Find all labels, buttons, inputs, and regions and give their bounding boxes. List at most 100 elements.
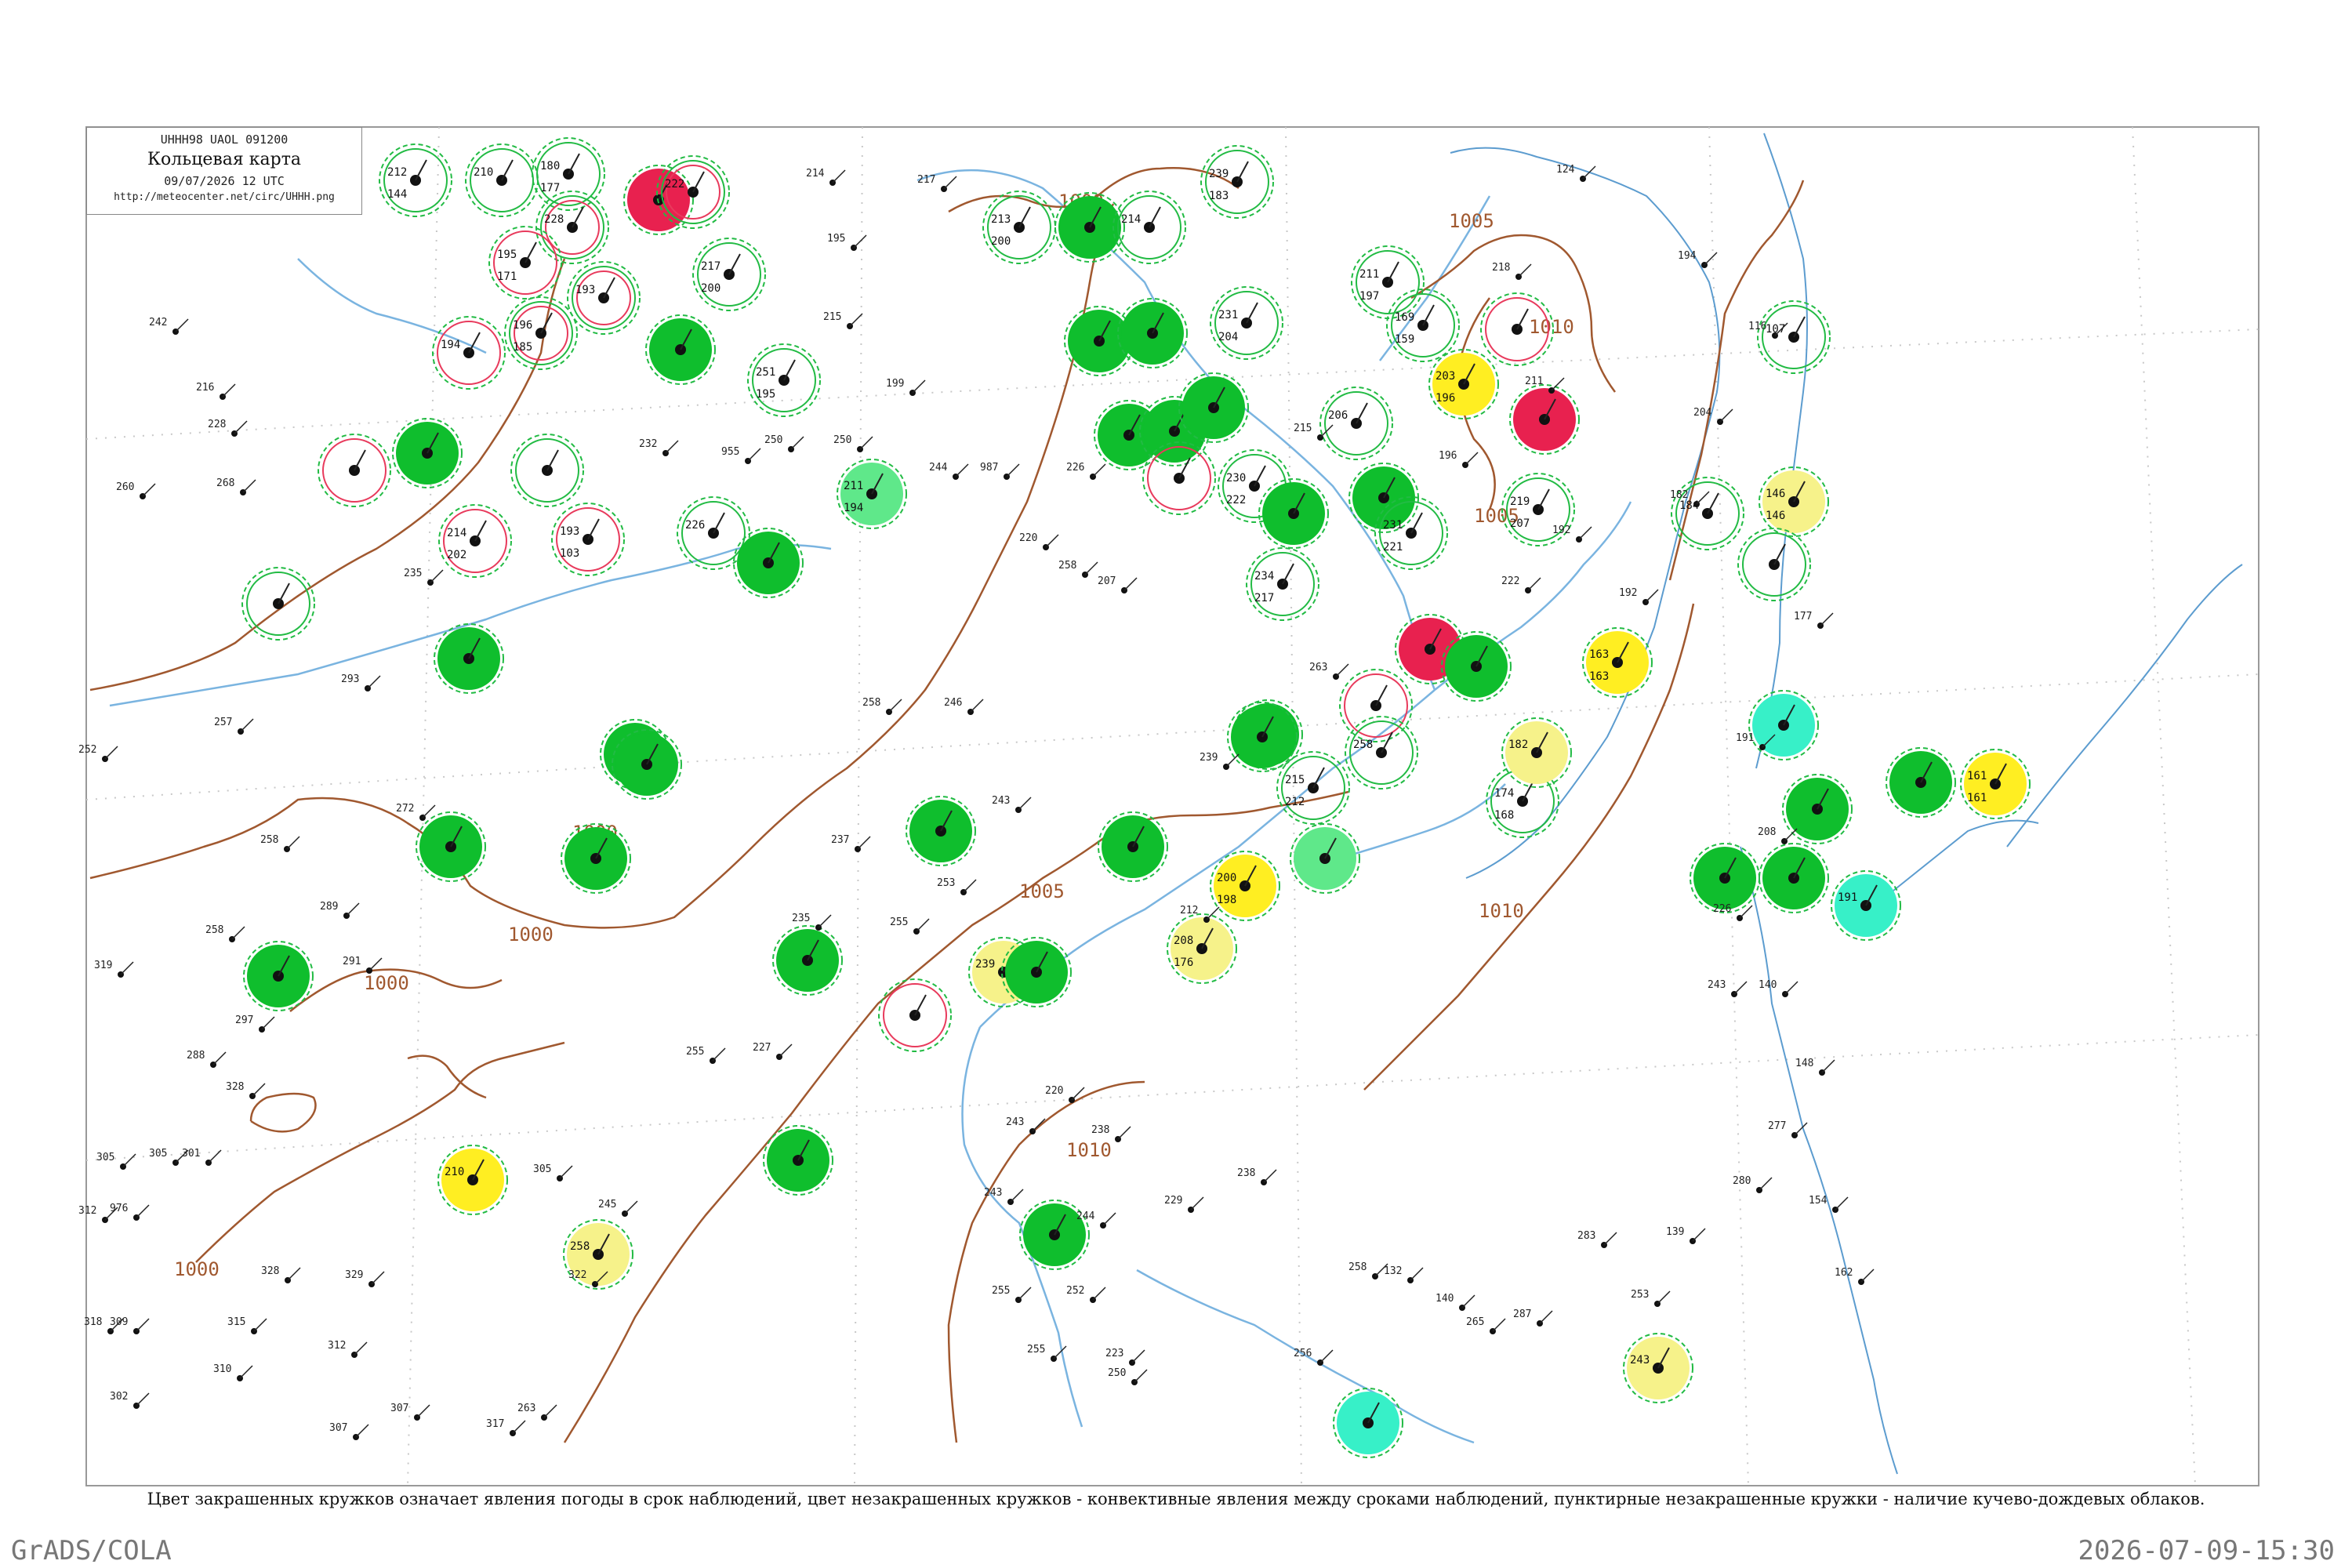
station-value: 297 bbox=[235, 1014, 253, 1026]
station-value: 280 bbox=[1733, 1175, 1751, 1187]
station-value: 260 bbox=[116, 481, 134, 493]
station-value: 245 bbox=[598, 1199, 616, 1210]
station-temp: 239 bbox=[975, 958, 995, 971]
station-temp: 214 bbox=[447, 527, 466, 539]
station-marker bbox=[906, 796, 976, 866]
station-value: 287 bbox=[1513, 1308, 1531, 1320]
map-url[interactable]: http://meteocenter.net/circ/UHHH.png bbox=[87, 191, 361, 203]
station-value: 307 bbox=[390, 1403, 408, 1414]
station-value: 329 bbox=[345, 1269, 363, 1281]
station-value: 116 bbox=[1748, 321, 1766, 332]
station-value: 305 bbox=[149, 1148, 167, 1160]
station-value: 268 bbox=[216, 477, 234, 489]
station-value: 312 bbox=[78, 1205, 96, 1217]
station-value: 277 bbox=[1768, 1120, 1786, 1132]
station-value: 220 bbox=[1045, 1085, 1063, 1097]
station-value: 212 bbox=[1180, 905, 1198, 916]
station-value: 244 bbox=[1076, 1210, 1095, 1222]
station-value: 217 bbox=[917, 174, 935, 186]
station-temp: 230 bbox=[1226, 472, 1246, 485]
station-temp: 191 bbox=[1838, 891, 1857, 904]
station-temp: 226 bbox=[685, 519, 705, 532]
isobar-label: 1000 bbox=[174, 1258, 220, 1280]
station-dewpoint: 103 bbox=[560, 547, 579, 560]
station-marker bbox=[1759, 843, 1829, 913]
station-value: 232 bbox=[639, 438, 657, 450]
station-value: 263 bbox=[517, 1403, 535, 1414]
station-value: 293 bbox=[341, 673, 359, 685]
station-value: 235 bbox=[404, 568, 422, 579]
station-value: 162 bbox=[1835, 1267, 1853, 1279]
station-marker bbox=[1001, 937, 1072, 1007]
station-marker bbox=[1441, 631, 1512, 702]
station-temp: 214 bbox=[1121, 213, 1141, 226]
isobar-label: 1000 bbox=[508, 924, 554, 946]
station-value: 976 bbox=[110, 1203, 128, 1214]
map-legend: UHHH98 UAOL 091200 Кольцевая карта 09/07… bbox=[86, 127, 362, 215]
station-dewpoint: 185 bbox=[513, 341, 532, 354]
station-marker bbox=[1886, 747, 1956, 818]
station-marker: 208 176 bbox=[1167, 913, 1237, 984]
station-temp: 211 bbox=[844, 480, 863, 492]
station-dewpoint: 204 bbox=[1218, 331, 1238, 343]
station-marker bbox=[645, 314, 716, 385]
station-value: 258 bbox=[205, 924, 223, 936]
station-value: 253 bbox=[937, 877, 955, 889]
station-dewpoint: 217 bbox=[1254, 592, 1274, 604]
station-value: 258 bbox=[1058, 560, 1076, 572]
isobar-label: 1010 bbox=[1066, 1139, 1112, 1161]
station-value: 208 bbox=[1758, 826, 1776, 838]
station-marker bbox=[1690, 843, 1760, 913]
station-temp: 180 bbox=[540, 160, 560, 172]
station-value: 182 bbox=[1670, 489, 1688, 501]
station-dewpoint: 159 bbox=[1395, 333, 1414, 346]
station-value: 250 bbox=[833, 434, 851, 446]
station-dewpoint: 207 bbox=[1510, 517, 1530, 530]
station-value: 305 bbox=[96, 1152, 114, 1163]
station-marker: 243 bbox=[1623, 1333, 1693, 1403]
map-title: Кольцевая карта bbox=[147, 150, 301, 169]
station-marker bbox=[434, 623, 504, 694]
station-temp: 174 bbox=[1494, 787, 1514, 800]
station-value: 195 bbox=[827, 233, 845, 245]
station-value: 214 bbox=[806, 168, 825, 180]
station-temp: 231 bbox=[1383, 519, 1403, 532]
station-value: 291 bbox=[343, 956, 361, 967]
station-value: 283 bbox=[1577, 1230, 1595, 1242]
station-value: 222 bbox=[1501, 575, 1519, 587]
station-marker bbox=[1748, 690, 1819, 760]
station-value: 139 bbox=[1666, 1226, 1684, 1238]
station-value: 288 bbox=[187, 1050, 205, 1062]
station-temp: 182 bbox=[1508, 739, 1528, 751]
station-value: 132 bbox=[1384, 1265, 1402, 1277]
station-value: 258 bbox=[260, 834, 278, 846]
station-value: 243 bbox=[984, 1187, 1002, 1199]
station-marker bbox=[1509, 384, 1580, 455]
station-value: 302 bbox=[110, 1391, 128, 1403]
station-dewpoint: 144 bbox=[387, 188, 407, 201]
station-temp: 203 bbox=[1436, 370, 1455, 383]
station-value: 307 bbox=[329, 1422, 347, 1434]
station-marker bbox=[772, 925, 843, 996]
station-value: 312 bbox=[328, 1340, 346, 1352]
station-value: 218 bbox=[1492, 262, 1510, 274]
map-caption: Цвет закрашенных кружков означает явлени… bbox=[147, 1490, 2205, 1508]
station-marker bbox=[243, 941, 314, 1011]
station-marker bbox=[1290, 823, 1360, 894]
station-value: 319 bbox=[94, 960, 112, 971]
station-value: 226 bbox=[1066, 462, 1084, 474]
station-marker bbox=[1098, 811, 1168, 882]
station-marker bbox=[612, 729, 682, 800]
station-marker: 203 196 bbox=[1428, 349, 1499, 419]
station-temp: 210 bbox=[474, 166, 493, 179]
station-value: 243 bbox=[1006, 1116, 1024, 1128]
station-temp: 200 bbox=[1217, 872, 1236, 884]
station-value: 315 bbox=[227, 1316, 245, 1328]
station-value: 238 bbox=[1091, 1124, 1109, 1136]
station-value: 257 bbox=[214, 717, 232, 728]
station-value: 216 bbox=[196, 382, 214, 394]
station-value: 124 bbox=[1556, 164, 1575, 176]
station-value: 250 bbox=[1108, 1367, 1126, 1379]
station-dewpoint: 171 bbox=[497, 270, 517, 283]
station-value: 317 bbox=[486, 1418, 504, 1430]
